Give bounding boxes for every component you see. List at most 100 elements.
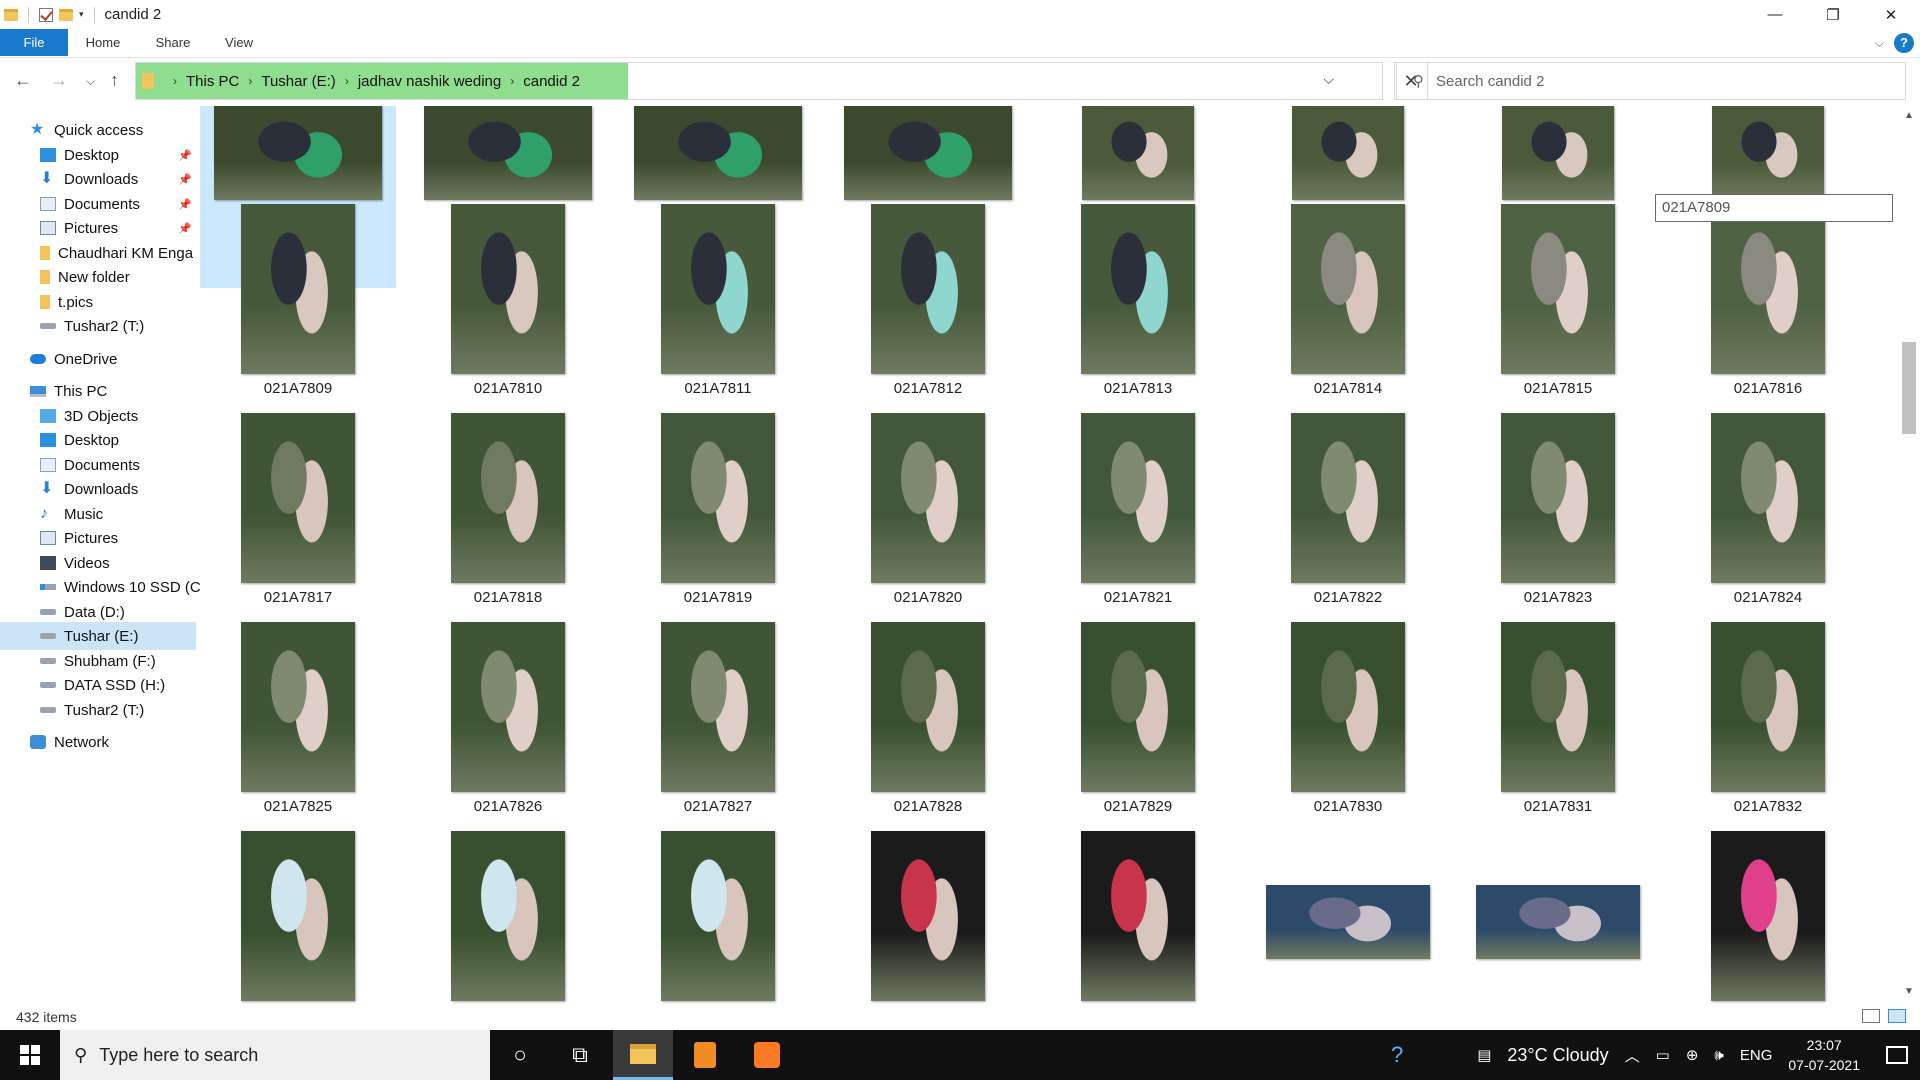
photo-thumbnail[interactable]: [241, 622, 355, 792]
photo-thumbnail[interactable]: [661, 413, 775, 583]
breadcrumb-jadhav-nashik-weding[interactable]: jadhav nashik weding: [358, 73, 501, 90]
file-item[interactable]: 021A7811: [620, 194, 816, 403]
photo-thumbnail[interactable]: [241, 413, 355, 583]
file-item[interactable]: 021A7812: [830, 194, 1026, 403]
file-item[interactable]: 021A7810: [410, 194, 606, 403]
file-explorer-taskbar-button[interactable]: [613, 1030, 673, 1080]
file-item[interactable]: [1670, 821, 1866, 1006]
file-item[interactable]: 021A7821: [1040, 403, 1236, 612]
photo-thumbnail[interactable]: [1266, 885, 1430, 959]
search-input[interactable]: ⚲ Search candid 2: [1396, 62, 1906, 100]
scroll-down-icon[interactable]: ▼: [1898, 986, 1920, 997]
sidebar-item[interactable]: Network: [0, 728, 196, 756]
chevron-down-icon[interactable]: ⌵: [1323, 71, 1334, 88]
sublime-text-taskbar-button[interactable]: [675, 1030, 735, 1080]
photo-thumbnail[interactable]: [661, 622, 775, 792]
task-view-icon[interactable]: ⧉: [550, 1030, 610, 1080]
photo-thumbnail[interactable]: [1291, 204, 1405, 374]
new-folder-icon[interactable]: [59, 8, 73, 21]
sidebar-item[interactable]: ⬇ Downloads 📌: [0, 165, 196, 193]
tab-share[interactable]: Share: [142, 29, 204, 56]
file-item[interactable]: 021A7819: [620, 403, 816, 612]
taskbar-search[interactable]: ⚲ Type here to search: [60, 1030, 490, 1080]
sidebar-item[interactable]: OneDrive: [0, 345, 196, 373]
sidebar-item[interactable]: Tushar (E:): [0, 622, 196, 650]
photo-thumbnail[interactable]: [1712, 106, 1824, 200]
sidebar-item[interactable]: Desktop: [0, 426, 196, 454]
photo-thumbnail[interactable]: [661, 204, 775, 374]
photo-thumbnail[interactable]: [1711, 413, 1825, 583]
photo-thumbnail[interactable]: [451, 831, 565, 1001]
file-item[interactable]: 021A7823: [1460, 403, 1656, 612]
sidebar-item[interactable]: ★ Quick access: [0, 116, 196, 144]
sidebar-item[interactable]: This PC: [0, 377, 196, 405]
large-icons-view-icon[interactable]: [1888, 1009, 1906, 1023]
file-item[interactable]: 021A7814: [1250, 194, 1446, 403]
properties-icon[interactable]: [39, 7, 53, 22]
photo-thumbnail[interactable]: [871, 622, 985, 792]
vertical-scrollbar[interactable]: ▲ ▼: [1898, 106, 1920, 1006]
show-hidden-icons-icon[interactable]: ︿: [1625, 1045, 1640, 1066]
maximize-button[interactable]: ❐: [1804, 0, 1862, 29]
file-item[interactable]: [620, 821, 816, 1006]
address-bar[interactable]: › This PC › Tushar (E:) › jadhav nashik …: [135, 62, 1383, 100]
file-item[interactable]: 021A7825: [200, 612, 396, 821]
breadcrumb-candid-2[interactable]: candid 2: [523, 73, 580, 90]
file-item[interactable]: 021A7827: [620, 612, 816, 821]
sidebar-item[interactable]: Pictures 📌: [0, 214, 196, 242]
xampp-taskbar-button[interactable]: [737, 1030, 797, 1080]
file-item[interactable]: 021A7828: [830, 612, 1026, 821]
photo-thumbnail[interactable]: [1291, 413, 1405, 583]
rename-field[interactable]: 021A7809: [1655, 194, 1893, 222]
chevron-right-icon[interactable]: ›: [173, 74, 177, 88]
file-item[interactable]: 021A7820: [830, 403, 1026, 612]
sidebar-item[interactable]: New folder: [0, 263, 196, 291]
language-indicator[interactable]: ENG: [1740, 1047, 1773, 1064]
photo-thumbnail[interactable]: [241, 204, 355, 374]
notifications-icon[interactable]: [1886, 1046, 1908, 1064]
file-item[interactable]: 021A7813: [1040, 194, 1236, 403]
photo-thumbnail[interactable]: [871, 413, 985, 583]
sidebar-item[interactable]: Tushar2 (T:): [0, 696, 196, 724]
breadcrumb[interactable]: › This PC › Tushar (E:) › jadhav nashik …: [136, 63, 628, 99]
file-item[interactable]: 021A7816: [1670, 194, 1866, 403]
tab-view[interactable]: View: [208, 29, 270, 56]
photo-thumbnail[interactable]: [241, 831, 355, 1001]
photo-thumbnail[interactable]: [424, 106, 592, 200]
file-item[interactable]: [1040, 821, 1236, 1006]
scroll-up-icon[interactable]: ▲: [1898, 110, 1920, 121]
file-item[interactable]: 021A7809: [200, 194, 396, 403]
file-item[interactable]: 021A7830: [1250, 612, 1446, 821]
clock[interactable]: 23:07 07-07-2021: [1788, 1035, 1860, 1075]
breadcrumb-tushar-e[interactable]: Tushar (E:): [261, 73, 335, 90]
chevron-right-icon[interactable]: ›: [510, 74, 514, 88]
sidebar-item[interactable]: Windows 10 SSD (C: [0, 573, 201, 601]
file-item[interactable]: 021A7815: [1460, 194, 1656, 403]
chevron-right-icon[interactable]: ›: [248, 74, 252, 88]
sidebar-item[interactable]: Pictures: [0, 524, 196, 552]
file-item[interactable]: 021A7826: [410, 612, 606, 821]
photo-thumbnail[interactable]: [1081, 831, 1195, 1001]
expand-ribbon-icon[interactable]: ⌵: [1875, 36, 1884, 51]
file-item[interactable]: 021A7829: [1040, 612, 1236, 821]
cortana-icon[interactable]: ○: [490, 1030, 550, 1080]
photo-thumbnail[interactable]: [1501, 413, 1615, 583]
back-icon[interactable]: ←: [14, 70, 32, 91]
battery-icon[interactable]: ▭: [1656, 1046, 1670, 1064]
customize-toolbar-icon[interactable]: ▾: [79, 9, 84, 20]
file-item[interactable]: 021A7818: [410, 403, 606, 612]
photo-thumbnail[interactable]: [661, 831, 775, 1001]
weather-widget[interactable]: 23°C Cloudy: [1507, 1045, 1608, 1066]
photo-thumbnail[interactable]: [1501, 204, 1615, 374]
file-item[interactable]: [200, 821, 396, 1006]
photo-thumbnail[interactable]: [1711, 622, 1825, 792]
file-item[interactable]: 021A7832: [1670, 612, 1866, 821]
close-button[interactable]: ✕: [1862, 0, 1920, 29]
up-icon[interactable]: ↑: [110, 70, 119, 91]
photo-thumbnail[interactable]: [1081, 204, 1195, 374]
photo-thumbnail[interactable]: [1291, 622, 1405, 792]
photo-thumbnail[interactable]: [1292, 106, 1404, 200]
photo-thumbnail[interactable]: [844, 106, 1012, 200]
sidebar-item[interactable]: DATA SSD (H:): [0, 671, 196, 699]
photo-thumbnail[interactable]: [451, 204, 565, 374]
